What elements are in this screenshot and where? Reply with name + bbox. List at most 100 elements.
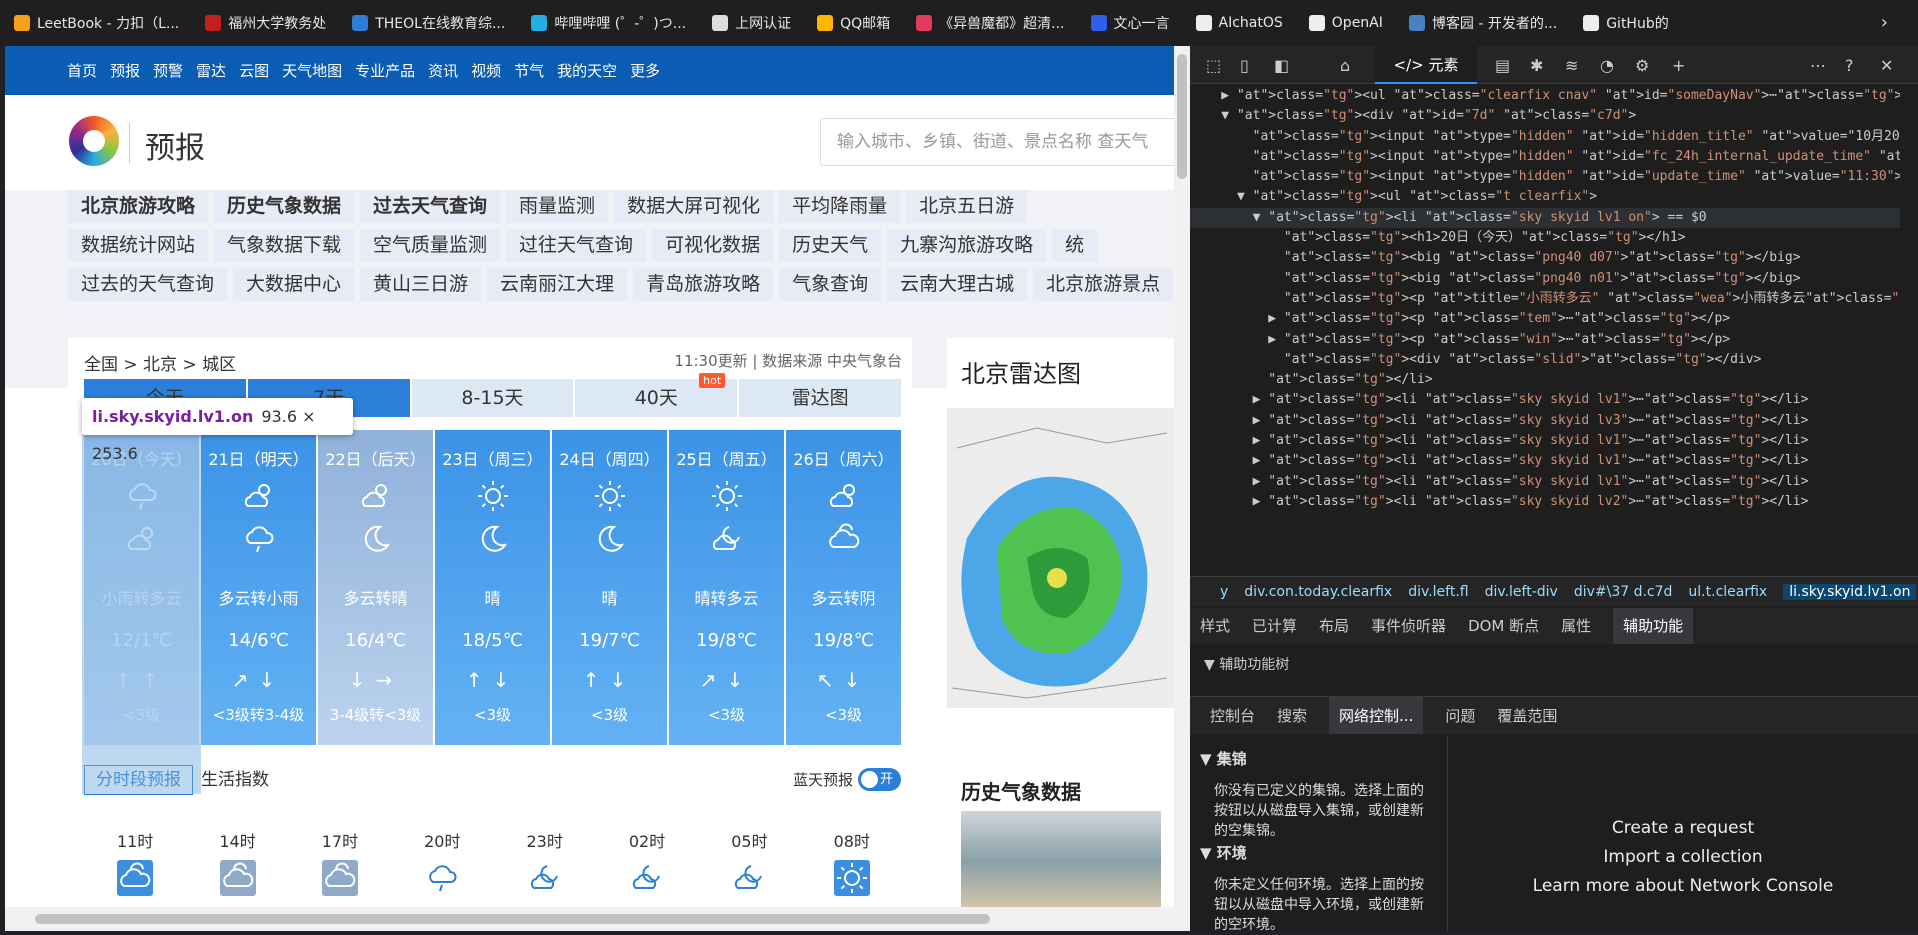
dom-node-line[interactable]: ▼ "at">class="tg"><div "at">id="7d" "at"… — [1190, 106, 1900, 126]
top-nav-item[interactable]: 专业产品 — [355, 60, 415, 81]
close-icon[interactable]: ✕ — [1880, 56, 1893, 75]
add-tab-icon[interactable]: + — [1672, 56, 1685, 75]
dom-node-line[interactable]: ▶ "at">class="tg"><li "at">class="sky sk… — [1190, 390, 1900, 410]
collections-header[interactable]: ▼ 集锦 — [1200, 748, 1247, 769]
day-card[interactable]: 22日（后天） 多云转晴 16/4℃ ↓→ 3-4级转<3级 — [318, 430, 433, 745]
panel-tab[interactable]: 样式 — [1200, 608, 1230, 644]
quick-link[interactable]: 北京旅游攻略 — [68, 190, 209, 223]
bookmark-item[interactable]: LeetBook - 力扣（L... — [14, 13, 179, 33]
page-horizontal-scrollbar[interactable] — [5, 907, 1190, 931]
dom-node-line[interactable]: ▼ "at">class="tg"><li "at">class="sky sk… — [1190, 207, 1900, 229]
day-card[interactable]: 26日（周六） 多云转阴 19/8℃ ↖↓ <3级 — [786, 430, 901, 745]
import-collection-link[interactable]: Import a collection — [1448, 847, 1918, 867]
sidebar-icon[interactable]: ◧ — [1274, 56, 1289, 75]
top-nav-item[interactable]: 天气地图 — [282, 60, 342, 81]
tab-life-index[interactable]: 生活指数 — [201, 765, 269, 795]
panel-tab[interactable]: 辅助功能 — [1613, 608, 1694, 644]
hour-item[interactable]: 17时 — [289, 828, 391, 898]
dom-node-line[interactable]: ▶ "at">class="tg"><li "at">class="sky sk… — [1190, 431, 1900, 451]
drawer-tab[interactable]: 搜索 — [1277, 697, 1307, 734]
quick-link[interactable]: 历史气象数据 — [214, 190, 355, 223]
dom-node-line[interactable]: ▼ "at">class="tg"><ul "at">class="t clea… — [1190, 187, 1900, 207]
hour-item[interactable]: 23时 — [494, 828, 596, 898]
hour-item[interactable]: 20时 — [391, 828, 493, 898]
day-card[interactable]: 25日（周五） 晴转多云 19/8℃ ↗↓ <3级 — [669, 430, 784, 745]
quick-link[interactable]: 数据大屏可视化 — [614, 190, 774, 223]
console-icon[interactable]: ▤ — [1495, 56, 1510, 75]
dom-node-line[interactable]: "at">class="tg"><input "at">type="hidden… — [1190, 147, 1900, 167]
day-card[interactable]: 24日（周四） 晴 19/7℃ ↑↓ <3级 — [552, 430, 667, 745]
quick-link[interactable]: 过去天气查询 — [360, 190, 501, 223]
dom-breadcrumb-item[interactable]: div.con.today.clearfix — [1244, 584, 1392, 600]
bookmark-item[interactable]: 上网认证 — [712, 13, 791, 33]
top-nav-item[interactable]: 雷达 — [196, 60, 226, 81]
bookmarks-more-chevron-icon[interactable]: › — [1881, 12, 1888, 33]
panel-tab[interactable]: 布局 — [1319, 608, 1349, 644]
top-nav-item[interactable]: 云图 — [239, 60, 269, 81]
drawer-tab[interactable]: 控制台 — [1210, 697, 1255, 734]
quick-link[interactable]: 云南丽江大理 — [487, 268, 628, 301]
history-photo[interactable] — [961, 811, 1161, 907]
dom-node-line[interactable]: "at">class="tg"><big "at">class="png40 n… — [1190, 269, 1900, 289]
quick-link[interactable]: 青岛旅游攻略 — [633, 268, 774, 301]
panel-tab[interactable]: 属性 — [1561, 608, 1591, 644]
dom-breadcrumb-item[interactable]: div#\37 d.c7d — [1574, 584, 1673, 600]
drawer-tab[interactable]: 覆盖范围 — [1497, 697, 1557, 734]
quick-link[interactable]: 云南大理古城 — [887, 268, 1028, 301]
dom-node-line[interactable]: "at">class="tg"><input "at">type="hidden… — [1190, 127, 1900, 147]
breadcrumb[interactable]: 全国 > 北京 > 城区 — [84, 350, 236, 375]
inspect-icon[interactable]: ⬚ — [1206, 56, 1221, 75]
quick-link[interactable]: 历史天气 — [779, 229, 882, 262]
dom-node-line[interactable]: "at">class="tg"><p "at">title="小雨转多云" "a… — [1190, 289, 1900, 309]
top-nav-item[interactable]: 资讯 — [428, 60, 458, 81]
hour-item[interactable]: 05时 — [698, 828, 800, 898]
bookmark-item[interactable]: 福州大学教务处 — [205, 13, 326, 33]
bookmark-item[interactable]: OpenAI — [1308, 15, 1383, 31]
quick-link[interactable]: 北京五日游 — [906, 190, 1028, 223]
quick-link[interactable]: 过往天气查询 — [506, 229, 647, 262]
dom-node-line[interactable]: ▶ "at">class="tg"><li "at">class="sky sk… — [1190, 492, 1900, 512]
quick-link[interactable]: 九寨沟旅游攻略 — [887, 229, 1047, 262]
home-icon[interactable]: ⌂ — [1340, 56, 1350, 75]
panel-tab[interactable]: 事件侦听器 — [1371, 608, 1446, 644]
hour-item[interactable]: 11时 — [84, 828, 186, 898]
learn-more-link[interactable]: Learn more about Network Console — [1448, 876, 1918, 896]
dom-node-line[interactable]: "at">class="tg"><big "at">class="png40 d… — [1190, 248, 1900, 268]
top-nav-item[interactable]: 节气 — [514, 60, 544, 81]
environments-header[interactable]: ▼ 环境 — [1200, 842, 1247, 863]
quick-link[interactable]: 雨量监测 — [506, 190, 609, 223]
dom-node-line[interactable]: ▶ "at">class="tg"><ul "at">class="clearf… — [1190, 86, 1900, 106]
create-request-link[interactable]: Create a request — [1448, 818, 1918, 838]
tab-forecast-range[interactable]: 雷达图 — [739, 379, 901, 417]
tab-forecast-range[interactable]: 8-15天 — [411, 379, 574, 417]
bookmark-item[interactable]: QQ邮箱 — [817, 13, 890, 33]
day-card[interactable]: 21日（明天） 多云转小雨 14/6℃ ↗↓ <3级转3-4级 — [201, 430, 316, 745]
panel-tab[interactable]: DOM 断点 — [1468, 608, 1539, 644]
dom-breadcrumb-item[interactable]: ul.t.clearfix — [1688, 584, 1767, 600]
bookmark-item[interactable]: THEOL在线教育综... — [352, 13, 505, 33]
top-nav-item[interactable]: 视频 — [471, 60, 501, 81]
dom-node-line[interactable]: "at">class="tg"></li> — [1190, 370, 1900, 390]
top-nav-item[interactable]: 我的天空 — [557, 60, 617, 81]
dom-breadcrumb-item[interactable]: y — [1220, 584, 1228, 600]
day-card[interactable]: 20日（今天） 小雨转多云 12/1℃ ↑↑ <3级 — [84, 430, 199, 745]
dom-node-line[interactable]: ▶ "at">class="tg"><li "at">class="sky sk… — [1190, 411, 1900, 431]
quick-link[interactable]: 可视化数据 — [652, 229, 774, 262]
quick-link[interactable]: 空气质量监测 — [360, 229, 501, 262]
dom-node-line[interactable]: ▶ "at">class="tg"><p "at">class="win">⋯"… — [1190, 330, 1900, 350]
dom-node-line[interactable]: "at">class="tg"><div "at">class="slid">"… — [1190, 350, 1900, 370]
quick-link[interactable]: 统 — [1052, 229, 1098, 262]
drawer-tab[interactable]: 问题 — [1445, 697, 1475, 734]
day-card[interactable]: 23日（周三） 晴 18/5℃ ↑↓ <3级 — [435, 430, 550, 745]
bluesky-toggle[interactable]: 开 — [858, 768, 901, 791]
radar-map-image[interactable] — [947, 408, 1178, 708]
bug-icon[interactable]: ✱ — [1530, 56, 1543, 75]
tab-forecast-range[interactable]: 40天 hot — [575, 373, 738, 417]
dom-breadcrumb-item[interactable]: div.left-div — [1485, 584, 1558, 600]
device-icon[interactable]: ▯ — [1240, 56, 1249, 75]
hour-item[interactable]: 08时 — [801, 828, 903, 898]
quick-link[interactable]: 大数据中心 — [233, 268, 355, 301]
quick-link[interactable]: 平均降雨量 — [779, 190, 901, 223]
settings-gear-icon[interactable]: ⚙ — [1635, 56, 1649, 75]
dom-breadcrumb-item[interactable]: li.sky.skyid.lv1.on — [1783, 584, 1917, 600]
